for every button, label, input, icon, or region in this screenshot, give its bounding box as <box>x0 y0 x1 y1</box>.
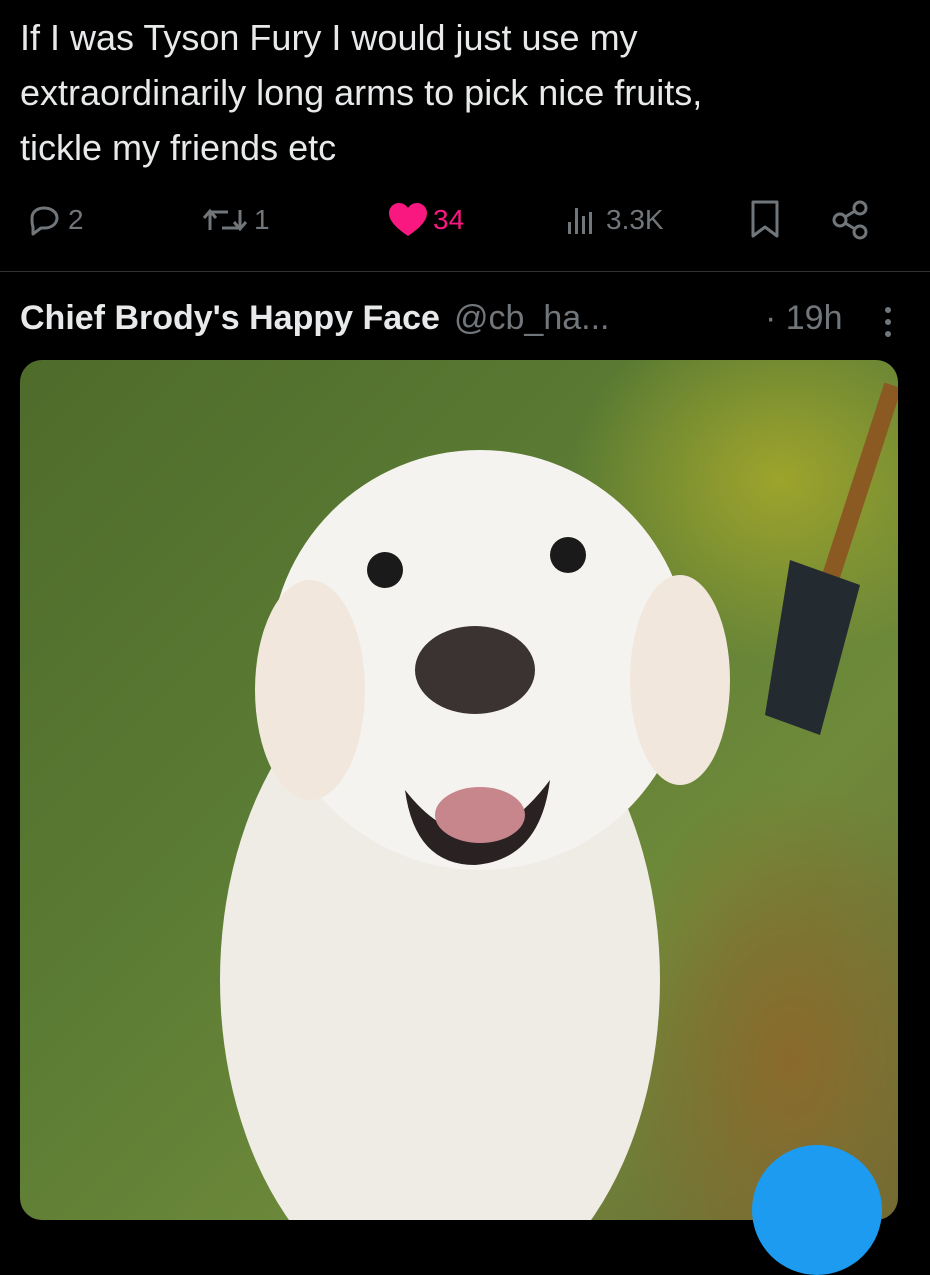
more-options-icon[interactable] <box>882 304 894 349</box>
compose-fab[interactable] <box>752 1145 882 1275</box>
post-header: Chief Brody's Happy Face @cb_ha... · 19h <box>20 290 910 346</box>
author-handle[interactable]: @cb_ha... <box>454 299 610 338</box>
reply-count: 2 <box>68 204 84 235</box>
repost-count: 1 <box>254 204 270 235</box>
reply-button[interactable]: 2 <box>24 192 84 248</box>
tweet-actions: 2 1 34 3.3K <box>0 192 930 248</box>
like-count: 34 <box>433 204 465 235</box>
tweet-text: If I was Tyson Fury I would just use my … <box>20 17 703 168</box>
dog-photo-illustration <box>220 382 898 1220</box>
reply-icon <box>24 200 64 240</box>
like-button[interactable]: 34 <box>387 192 464 248</box>
heart-icon <box>387 200 429 240</box>
share-button[interactable] <box>830 192 874 248</box>
bookmark-button[interactable] <box>745 192 785 248</box>
bookmark-icon <box>745 198 785 242</box>
repost-button[interactable]: 1 <box>200 192 270 248</box>
post-time[interactable]: · 19h <box>765 299 843 338</box>
views-count: 3.3K <box>606 204 664 235</box>
share-icon <box>830 198 874 242</box>
repost-icon <box>200 200 250 240</box>
author-name[interactable]: Chief Brody's Happy Face <box>20 299 440 338</box>
tweet-divider <box>0 271 930 272</box>
views-icon <box>562 200 602 240</box>
post-image[interactable] <box>20 360 898 1220</box>
views-button[interactable]: 3.3K <box>562 192 664 248</box>
